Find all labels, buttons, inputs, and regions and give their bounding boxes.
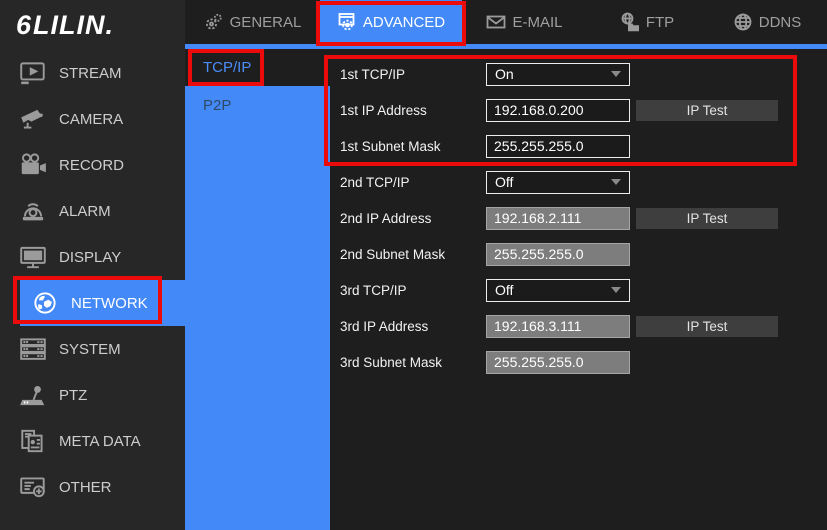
siren-icon <box>18 198 48 224</box>
field-label: 2nd TCP/IP <box>340 175 486 190</box>
field-label: 1st IP Address <box>340 103 486 118</box>
tab-label: DDNS <box>759 14 802 31</box>
select-value: Off <box>495 174 513 190</box>
ip-address-3rd-input <box>486 315 630 338</box>
network-subnav: TCP/IP P2P <box>185 49 330 530</box>
tcpip-2nd-select[interactable]: Off <box>486 171 630 194</box>
sidebar-item-label: META DATA <box>59 433 141 450</box>
field-label: 3rd IP Address <box>340 319 486 334</box>
sidebar-item-ptz[interactable]: PTZ <box>0 372 185 418</box>
monitor-icon <box>18 244 48 270</box>
form-row-2nd-ip: 2nd IP Address IP Test <box>330 200 827 236</box>
subnet-mask-1st-input[interactable] <box>486 135 630 158</box>
sidebar-item-alarm[interactable]: ALARM <box>0 188 185 234</box>
sidebar-item-label: ALARM <box>59 203 111 220</box>
subnav-item-tcpip[interactable]: TCP/IP <box>185 49 330 86</box>
tab-general[interactable]: GENERAL <box>185 0 320 44</box>
subnav-item-p2p[interactable]: P2P <box>185 86 330 124</box>
documents-icon <box>18 428 48 454</box>
sidebar: 6 LILIN. STREAM <box>0 0 185 530</box>
form-row-2nd-subnet: 2nd Subnet Mask <box>330 236 827 272</box>
form-row-2nd-tcpip: 2nd TCP/IP Off <box>330 164 827 200</box>
card-plus-icon <box>18 474 48 500</box>
form-row-3rd-tcpip: 3rd TCP/IP Off <box>330 272 827 308</box>
form-row-1st-ip: 1st IP Address IP Test <box>330 92 827 128</box>
sidebar-item-label: STREAM <box>59 65 122 82</box>
sidebar-item-label: OTHER <box>59 479 112 496</box>
logo-text: LILIN. <box>33 10 114 41</box>
joystick-icon <box>18 382 48 408</box>
cctv-camera-icon <box>18 106 48 132</box>
ip-address-1st-input[interactable] <box>486 99 630 122</box>
tab-ftp[interactable]: FTP <box>587 0 707 44</box>
sidebar-item-label: NETWORK <box>71 295 148 312</box>
tab-email[interactable]: E-MAIL <box>462 0 587 44</box>
globe-icon <box>733 12 753 32</box>
chevron-down-icon <box>611 287 621 293</box>
play-window-icon <box>18 60 48 86</box>
sidebar-item-label: CAMERA <box>59 111 123 128</box>
subnet-mask-2nd-input <box>486 243 630 266</box>
sidebar-item-system[interactable]: SYSTEM <box>0 326 185 372</box>
subnav-item-label: TCP/IP <box>203 59 251 76</box>
sidebar-item-record[interactable]: RECORD <box>0 142 185 188</box>
tab-ddns[interactable]: DDNS <box>707 0 827 44</box>
logo-glyph: 6 <box>16 10 32 41</box>
top-tab-bar: GENERAL ADVANCED E-MAIL <box>185 0 827 44</box>
ip-address-2nd-input <box>486 207 630 230</box>
ip-test-3rd-button[interactable]: IP Test <box>636 316 778 337</box>
sidebar-item-display[interactable]: DISPLAY <box>0 234 185 280</box>
select-value: Off <box>495 282 513 298</box>
select-value: On <box>495 66 514 82</box>
chevron-down-icon <box>611 71 621 77</box>
ip-test-1st-button[interactable]: IP Test <box>636 100 778 121</box>
field-label: 1st Subnet Mask <box>340 139 486 154</box>
field-label: 3rd Subnet Mask <box>340 355 486 370</box>
tab-label: FTP <box>646 14 674 31</box>
form-row-3rd-subnet: 3rd Subnet Mask <box>330 344 827 380</box>
tab-advanced[interactable]: ADVANCED <box>320 0 462 44</box>
sidebar-item-metadata[interactable]: META DATA <box>0 418 185 464</box>
tcpip-settings-panel: 1st TCP/IP On 1st IP Address IP Test 1st… <box>330 49 827 530</box>
field-label: 1st TCP/IP <box>340 67 486 82</box>
ip-test-2nd-button[interactable]: IP Test <box>636 208 778 229</box>
envelope-icon <box>486 12 506 32</box>
window-gear-icon <box>337 12 357 32</box>
lilin-logo: 6 LILIN. <box>0 0 185 50</box>
sidebar-item-label: RECORD <box>59 157 124 174</box>
tab-label: E-MAIL <box>512 14 562 31</box>
sidebar-item-camera[interactable]: CAMERA <box>0 96 185 142</box>
sidebar-item-label: PTZ <box>59 387 87 404</box>
sidebar-item-label: SYSTEM <box>59 341 121 358</box>
sidebar-item-label: DISPLAY <box>59 249 121 266</box>
sidebar-item-stream[interactable]: STREAM <box>0 50 185 96</box>
globe-icon <box>30 290 60 316</box>
sidebar-item-network[interactable]: NETWORK <box>20 280 185 326</box>
form-row-1st-subnet: 1st Subnet Mask <box>330 128 827 164</box>
field-label: 2nd Subnet Mask <box>340 247 486 262</box>
field-label: 2nd IP Address <box>340 211 486 226</box>
gears-icon <box>204 12 224 32</box>
subnet-mask-3rd-input <box>486 351 630 374</box>
sidebar-item-other[interactable]: OTHER <box>0 464 185 510</box>
form-row-1st-tcpip: 1st TCP/IP On <box>330 56 827 92</box>
subnav-item-label: P2P <box>203 97 231 114</box>
tab-label: GENERAL <box>230 14 302 31</box>
globe-folder-icon <box>620 12 640 32</box>
field-label: 3rd TCP/IP <box>340 283 486 298</box>
chevron-down-icon <box>611 179 621 185</box>
server-stack-icon <box>18 336 48 362</box>
movie-camera-icon <box>18 152 48 178</box>
nvr-settings-window: 6 LILIN. STREAM <box>0 0 827 530</box>
form-row-3rd-ip: 3rd IP Address IP Test <box>330 308 827 344</box>
sidebar-menu: STREAM CAMERA <box>0 50 185 510</box>
tcpip-3rd-select[interactable]: Off <box>486 279 630 302</box>
tcpip-1st-select[interactable]: On <box>486 63 630 86</box>
tab-label: ADVANCED <box>363 14 445 31</box>
